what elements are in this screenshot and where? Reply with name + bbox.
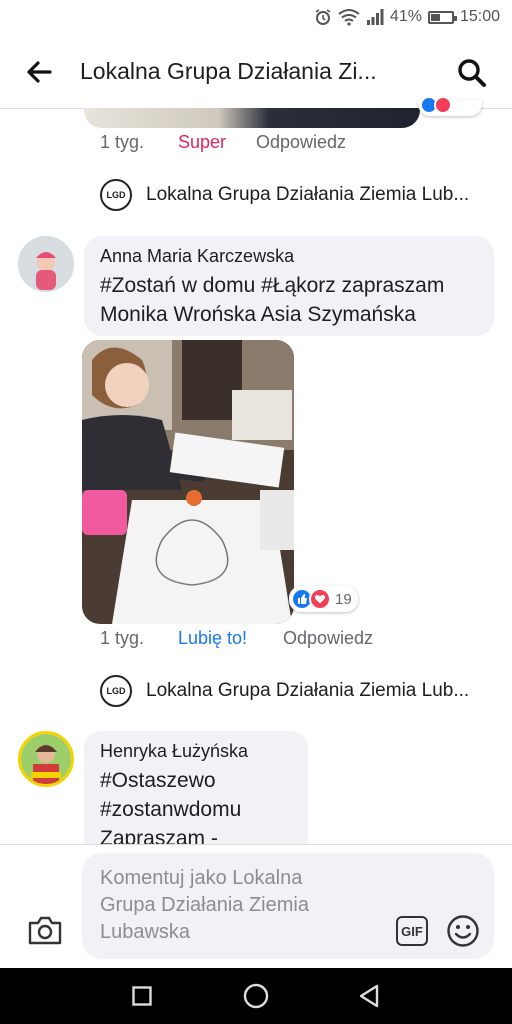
avatar-picture (18, 236, 74, 292)
comment-bubble[interactable]: Henryka Łużyńska #Ostaszewo #zostanwdomu… (84, 731, 308, 844)
page-title: Lokalna Grupa Działania Zi... (80, 58, 377, 84)
comment-text-part: w domu (175, 274, 262, 297)
hashtag-link[interactable]: #Ostaszewo (100, 766, 292, 795)
search-icon[interactable] (457, 58, 487, 88)
system-nav-bar (0, 968, 512, 1024)
comment-time: 1 tyg. (100, 132, 145, 152)
hashtag-link[interactable]: #zostanwdomu (100, 795, 292, 824)
avatar[interactable] (18, 236, 74, 292)
comment-input[interactable]: Komentuj jako Lokalna Grupa Działania Zi… (82, 853, 494, 959)
status-bar: 41% 15:00 (0, 0, 512, 36)
page-reply-name: Lokalna Grupa Działania Ziemia Lub... (146, 184, 470, 205)
back-arrow-icon[interactable] (26, 60, 52, 84)
status-icons: 41% 15:00 (314, 8, 500, 26)
comment-author[interactable]: Henryka Łużyńska (100, 741, 292, 762)
like-button[interactable]: Lubię to! (178, 628, 247, 649)
battery-percent: 41% (389, 8, 422, 25)
prev-comment-actions: 1 tyg. Super Odpowiedz (0, 132, 512, 156)
avatar[interactable] (18, 731, 74, 787)
back-nav-icon[interactable] (358, 984, 380, 1008)
signal-icon (366, 9, 384, 25)
avatar-picture (21, 734, 71, 784)
reactions-count: 19 (335, 590, 352, 608)
gif-button[interactable]: GIF (396, 916, 428, 946)
page-reply-name: Lokalna Grupa Działania Ziemia Lub... (146, 680, 470, 701)
previous-comment-photo[interactable] (84, 108, 420, 128)
previous-reactions[interactable] (418, 96, 482, 116)
reactions-summary[interactable]: 19 (289, 586, 358, 612)
comment-text: #Zostań w domu #Łąkorz zapraszam (100, 271, 478, 300)
reply-button[interactable]: Odpowiedz (256, 132, 346, 153)
child-drawing-photo (82, 340, 294, 624)
comment-text: Zapraszam - (100, 827, 218, 844)
alarm-icon (315, 9, 331, 25)
super-reaction-button[interactable]: Super (178, 132, 226, 153)
wifi-icon (338, 9, 360, 26)
lgd-logo: LGD (100, 179, 132, 211)
love-reaction-icon (309, 588, 331, 610)
comment-actions: 1 tyg. Lubię to! Odpowiedz (0, 628, 512, 652)
love-reaction-icon (434, 96, 452, 114)
comment-author[interactable]: Anna Maria Karczewska (100, 246, 478, 267)
gif-label: GIF (401, 923, 423, 939)
clock: 15:00 (459, 8, 500, 25)
comment-text-part: zapraszam (335, 274, 445, 297)
tagged-people[interactable]: Monika Wrońska Asia Szymańska (100, 300, 478, 329)
hashtag-link[interactable]: #Zostań (100, 274, 176, 297)
recents-icon[interactable] (132, 986, 152, 1006)
battery-icon (427, 10, 457, 24)
page-reply-row[interactable]: LGD Lokalna Grupa Działania Ziemia Lub..… (100, 675, 469, 707)
emoji-icon[interactable] (446, 914, 480, 948)
comment-composer: Komentuj jako Lokalna Grupa Działania Zi… (0, 844, 512, 969)
placeholder-line: Grupa Działania Ziemia (100, 894, 309, 916)
camera-icon[interactable] (27, 914, 63, 946)
hashtag-link[interactable]: #Łąkorz (261, 274, 336, 297)
page-reply-row[interactable]: LGD Lokalna Grupa Działania Ziemia Lub..… (100, 179, 469, 211)
reply-button[interactable]: Odpowiedz (283, 628, 373, 649)
lgd-logo: LGD (100, 675, 132, 707)
placeholder-line: Komentuj jako Lokalna (100, 867, 303, 889)
home-icon[interactable] (243, 983, 269, 1009)
comment-bubble[interactable]: Anna Maria Karczewska #Zostań w domu #Łą… (84, 236, 494, 336)
comment-photo[interactable] (82, 340, 294, 624)
comment-time: 1 tyg. (100, 628, 145, 648)
